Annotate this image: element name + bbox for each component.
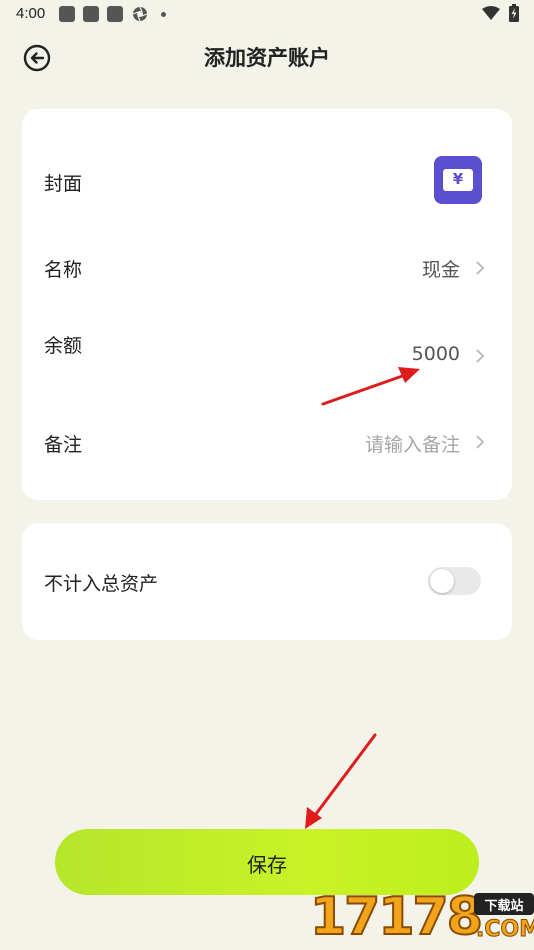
chevron-right-icon: [476, 261, 485, 275]
notification-icon: [83, 6, 99, 22]
watermark-tag: 下载站: [474, 893, 534, 915]
cover-row[interactable]: 封面 ¥: [22, 151, 512, 211]
exclude-total-label: 不计入总资产: [44, 573, 159, 595]
page-title: 添加资产账户: [204, 46, 330, 70]
balance-value[interactable]: 5000: [412, 343, 460, 365]
exclude-total-toggle[interactable]: [428, 567, 481, 595]
exclude-total-card: 不计入总资产: [22, 523, 512, 640]
watermark-digits: 17178: [309, 886, 484, 948]
red-arrow-to-save: [305, 733, 377, 829]
save-button-label: 保存: [247, 853, 287, 877]
status-bar: 4:00: [0, 0, 534, 28]
status-time: 4:00: [16, 5, 46, 22]
notification-icon: [107, 6, 123, 22]
toggle-knob: [430, 569, 454, 593]
note-placeholder[interactable]: 请输入备注: [365, 430, 460, 457]
balance-row[interactable]: 余额 5000: [22, 317, 512, 407]
watermark-domain: .COM: [475, 917, 534, 943]
battery-charging-icon: [509, 4, 519, 22]
balance-label: 余额: [44, 335, 83, 357]
name-row[interactable]: 名称 现金: [22, 239, 512, 294]
name-label: 名称: [44, 259, 83, 281]
wallet-card: ¥: [443, 169, 473, 191]
exclude-total-row: 不计入总资产: [22, 553, 512, 608]
more-notifications-dot: [161, 12, 166, 17]
watermark-logo: 17178 下载站 .COM: [309, 885, 534, 950]
yen-symbol: ¥: [452, 170, 464, 188]
name-value: 现金: [421, 259, 460, 281]
wifi-icon: [482, 6, 500, 20]
cover-label: 封面: [44, 173, 83, 195]
chevron-right-icon: [476, 349, 485, 363]
wallet-yen-icon[interactable]: ¥: [434, 156, 482, 204]
notification-icon: [59, 6, 75, 22]
chevron-right-icon: [476, 435, 485, 449]
account-form-card: 封面 ¥ 名称 现金 余额 5000 备注 请输入备注: [22, 109, 512, 500]
add-asset-account-screen: 4:00 添加资产账户 封面 ¥ 名称 现金 余额 5000 备注 请输入备注 …: [0, 0, 534, 950]
aperture-icon: [132, 6, 148, 22]
note-row[interactable]: 备注 请输入备注: [22, 414, 512, 469]
watermark-tag-text: 下载站: [484, 899, 524, 914]
note-label: 备注: [44, 434, 83, 456]
